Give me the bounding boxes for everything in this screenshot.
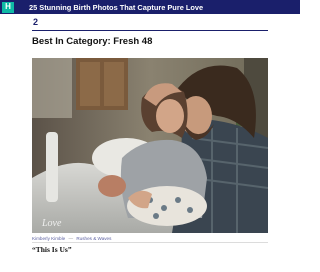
slide-title: Best In Category: Fresh 48 xyxy=(32,36,153,47)
slide-divider xyxy=(32,30,268,31)
logo-glyph: H xyxy=(5,2,11,11)
article-title: 25 Stunning Birth Photos That Capture Pu… xyxy=(29,2,204,12)
slide-photo[interactable]: Love xyxy=(32,58,268,233)
photo-caption: “This Is Us” xyxy=(32,245,72,254)
photo-credit: Kimberly Kimble — Rushes & Waves xyxy=(32,236,111,241)
photo-illustration: Love xyxy=(32,58,268,233)
credit-photographer[interactable]: Kimberly Kimble xyxy=(32,236,65,241)
credit-separator: — xyxy=(68,236,74,241)
photo-watermark: Love xyxy=(41,218,62,229)
slide-number: 2 xyxy=(33,17,39,27)
credit-studio[interactable]: Rushes & Waves xyxy=(76,236,111,241)
site-header-bar: H 25 Stunning Birth Photos That Capture … xyxy=(0,0,300,14)
credit-divider xyxy=(32,242,268,243)
site-logo[interactable]: H xyxy=(2,1,14,13)
